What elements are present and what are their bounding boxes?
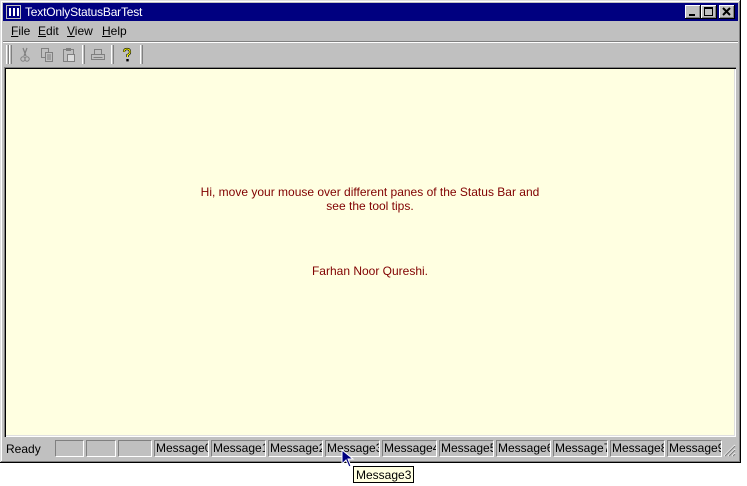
maximize-button[interactable] bbox=[701, 5, 717, 19]
minimize-button[interactable] bbox=[685, 5, 701, 19]
paste-button[interactable] bbox=[58, 44, 80, 65]
help-icon bbox=[122, 47, 132, 62]
toolbar-end-separator bbox=[140, 45, 143, 64]
title-bar[interactable]: TextOnlyStatusBarTest bbox=[3, 3, 738, 21]
menu-bar: File Edit View Help bbox=[3, 22, 738, 41]
toolbar-separator bbox=[82, 45, 85, 64]
print-icon bbox=[91, 49, 105, 60]
menu-help-label: elp bbox=[110, 24, 127, 38]
cut-icon bbox=[20, 47, 30, 62]
print-button[interactable] bbox=[87, 44, 109, 65]
copy-icon bbox=[41, 48, 53, 62]
app-icon[interactable] bbox=[6, 5, 21, 19]
copy-button[interactable] bbox=[36, 44, 58, 65]
cut-button[interactable] bbox=[14, 44, 36, 65]
status-pane-message6[interactable]: Message6 bbox=[496, 440, 551, 457]
menu-edit-accel: E bbox=[38, 24, 47, 38]
toolbar-grip-2[interactable] bbox=[9, 45, 12, 64]
menu-help[interactable]: Help bbox=[102, 24, 127, 38]
client-area[interactable]: Hi, move your mouse over different panes… bbox=[4, 67, 736, 437]
close-icon bbox=[722, 7, 731, 16]
minimize-icon bbox=[689, 14, 695, 16]
menu-help-accel: H bbox=[102, 24, 111, 38]
status-pane-message9[interactable]: Message9 bbox=[667, 440, 722, 457]
menu-file-label: ile bbox=[18, 24, 31, 38]
paste-icon bbox=[63, 48, 75, 62]
status-pane-message1[interactable]: Message1 bbox=[211, 440, 266, 457]
status-pane-message2[interactable]: Message2 bbox=[268, 440, 323, 457]
status-pane-message4[interactable]: Message4 bbox=[382, 440, 437, 457]
status-indicator-3[interactable] bbox=[118, 440, 152, 457]
status-pane-message5[interactable]: Message5 bbox=[439, 440, 494, 457]
status-pane-message7[interactable]: Message7 bbox=[553, 440, 608, 457]
instruction-line-2: see the tool tips. bbox=[326, 199, 414, 213]
menu-view[interactable]: View bbox=[67, 24, 93, 38]
size-grip-icon[interactable] bbox=[723, 444, 736, 457]
status-ready: Ready bbox=[6, 442, 41, 456]
maximize-icon bbox=[704, 7, 713, 16]
status-pane-message0[interactable]: Message0 bbox=[154, 440, 209, 457]
status-pane-tooltip: Message3 bbox=[353, 466, 415, 483]
menu-edit[interactable]: Edit bbox=[38, 24, 59, 38]
status-indicator-1[interactable] bbox=[55, 440, 84, 457]
status-pane-message8[interactable]: Message8 bbox=[610, 440, 665, 457]
app-window: TextOnlyStatusBarTest File Edit View Hel… bbox=[0, 0, 741, 463]
help-button[interactable] bbox=[116, 44, 138, 65]
menu-view-accel: V bbox=[67, 24, 75, 38]
menu-view-label: iew bbox=[74, 24, 93, 38]
menu-file[interactable]: File bbox=[11, 24, 30, 38]
status-indicator-2[interactable] bbox=[86, 440, 116, 457]
author-text: Farhan Noor Qureshi. bbox=[311, 264, 429, 278]
toolbar-separator-2 bbox=[111, 45, 114, 64]
instruction-line-1: Hi, move your mouse over different panes… bbox=[200, 185, 540, 199]
window-title: TextOnlyStatusBarTest bbox=[25, 5, 143, 19]
close-button[interactable] bbox=[719, 5, 735, 19]
status-bar: Ready Message0 Message1 Message2 Message… bbox=[3, 438, 738, 460]
toolbar bbox=[3, 43, 738, 67]
menu-edit-label: dit bbox=[46, 24, 59, 38]
